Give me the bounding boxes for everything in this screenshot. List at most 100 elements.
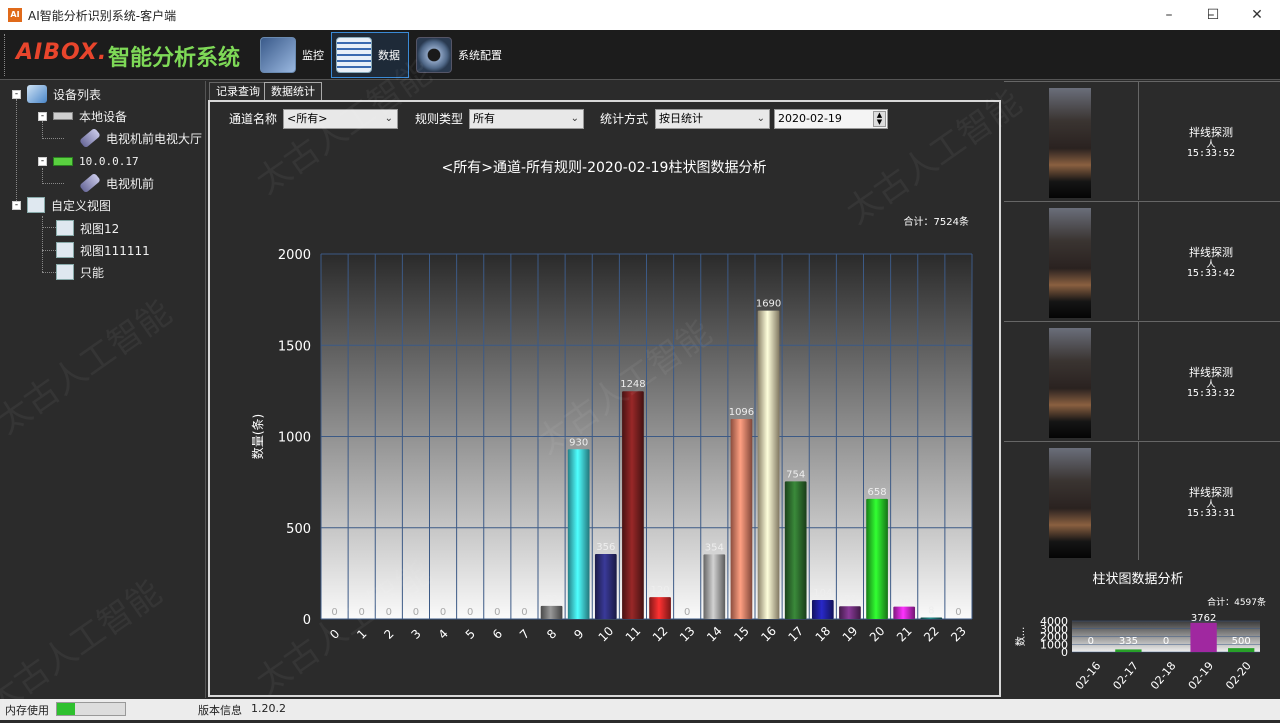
x-tick-label: 8 — [544, 627, 559, 642]
alarm-item[interactable]: 拌线探测人 15:33:42 — [1004, 201, 1280, 320]
channel-select[interactable]: <所有> ⌄ — [283, 109, 398, 129]
tree-ip-camera[interactable]: 电视机前 — [79, 172, 154, 194]
x-tick-label: 4 — [436, 627, 451, 642]
x-tick-label: 5 — [463, 627, 478, 642]
tree-view-3[interactable]: 只能 — [56, 262, 104, 282]
alarm-thumbnail[interactable] — [1004, 202, 1139, 320]
x-tick-label: 23 — [948, 624, 969, 645]
collapse-icon[interactable]: - — [12, 200, 21, 210]
alarm-panel: 拌线探测人 15:33:52 拌线探测人 15:33:42 拌线探测人 15:33:32 拌… — [1004, 81, 1280, 698]
snapshot-image — [1049, 208, 1091, 318]
x-tick-label: 1 — [354, 627, 369, 642]
x-tick-label: 18 — [813, 624, 834, 645]
y-tick-label: 500 — [286, 522, 311, 537]
minimize-btn[interactable]: – — [1146, 0, 1192, 30]
bar — [649, 597, 671, 619]
system-config-label: 系统配置 — [458, 49, 502, 62]
x-tick-label: 6 — [490, 627, 505, 642]
memory-label: 内存使用 — [5, 704, 49, 717]
bar-value-label: 0 — [413, 607, 419, 618]
chart-total: 合计：7524条 — [904, 215, 969, 228]
version-value: 1.20.2 — [251, 702, 286, 715]
alarm-item[interactable]: 拌线探测人 15:33:31 — [1004, 441, 1280, 560]
rule-label: 规则类型 — [415, 112, 464, 126]
alarm-thumbnail[interactable] — [1004, 442, 1139, 560]
y-tick-label: 1500 — [278, 339, 311, 354]
tree-root-label: 设备列表 — [53, 87, 102, 102]
device-icon — [53, 156, 73, 166]
version-label: 版本信息 — [198, 704, 242, 717]
x-tick-label: 3 — [408, 627, 423, 642]
data-button[interactable]: 数据 — [331, 32, 409, 78]
bar-value-label: 658 — [868, 487, 887, 498]
alarm-thumbnail[interactable] — [1004, 82, 1139, 200]
collapse-icon[interactable]: - — [12, 89, 21, 99]
toolbar-grip[interactable] — [4, 34, 7, 76]
mini-bar-value-label: 500 — [1232, 636, 1251, 647]
bar-value-label: 754 — [786, 469, 805, 480]
bar-value-label: 0 — [386, 607, 392, 618]
collapse-icon[interactable]: - — [38, 156, 47, 166]
chevron-down-icon: ⌄ — [756, 113, 765, 124]
mini-bar — [1115, 649, 1142, 652]
tree-ip-device[interactable]: - 10.0.0.17 — [38, 151, 139, 171]
x-tick-label: 10 — [596, 624, 617, 645]
statistics-panel: 记录查询 数据统计 通道名称 <所有> ⌄ 规则类型 所有 ⌄ 统计方式 按日统… — [207, 81, 1003, 698]
document-icon — [336, 37, 372, 73]
gear-icon — [416, 37, 452, 73]
method-select[interactable]: 按日统计 ⌄ — [655, 109, 770, 129]
alarm-item[interactable]: 拌线探测人 15:33:52 — [1004, 81, 1280, 200]
alarm-time: 15:33:32 — [1186, 388, 1236, 399]
app-icon: AI — [8, 8, 22, 22]
view-icon — [56, 264, 74, 280]
mini-x-tick-label: 02-17 — [1110, 659, 1141, 692]
monitor-label: 监控 — [302, 49, 324, 62]
data-label: 数据 — [378, 49, 400, 62]
tree-view-2[interactable]: 视图111111 — [56, 240, 150, 260]
collapse-icon[interactable]: - — [38, 111, 47, 121]
maximize-button[interactable]: ☐ — [1190, 0, 1236, 30]
bar-value-label: 0 — [684, 607, 690, 618]
window-title: AI智能分析识别系统-客户端 — [28, 8, 177, 23]
bar-value-label: 0 — [521, 607, 527, 618]
spin-icon[interactable]: ▲ ▼ — [873, 111, 886, 127]
view-icon — [56, 242, 74, 258]
tree-local-camera[interactable]: 电视机前电视大厅 — [79, 127, 202, 149]
bar-value-label: 72 — [545, 594, 558, 605]
bar-value-label: 354 — [705, 542, 724, 553]
y-tick-label: 2000 — [278, 248, 311, 263]
alarm-thumbnail[interactable] — [1004, 322, 1139, 440]
bar-value-label: 0 — [359, 607, 365, 618]
x-tick-label: 13 — [677, 624, 698, 645]
close-button[interactable]: ✕ — [1234, 0, 1280, 30]
bar-value-label: 0 — [467, 607, 473, 618]
tree-custom-views[interactable]: - 自定义视图 — [12, 195, 111, 215]
rule-select[interactable]: 所有 ⌄ — [469, 109, 584, 129]
system-config-button[interactable]: 系统配置 — [412, 32, 506, 78]
tab-statistics[interactable]: 数据统计 — [264, 82, 322, 100]
mini-chart-total: 合计：4597条 — [1207, 596, 1266, 608]
bar-value-label: 1248 — [620, 379, 645, 390]
x-tick-label: 2 — [381, 627, 396, 642]
brand-title: 智能分析系统 — [108, 46, 241, 71]
alarm-item[interactable]: 拌线探测人 15:33:32 — [1004, 321, 1280, 440]
tree-view-3-label: 只能 — [80, 265, 105, 280]
statistics-content: 通道名称 <所有> ⌄ 规则类型 所有 ⌄ 统计方式 按日统计 ⌄ 2020-0… — [208, 100, 1001, 697]
mini-x-tick-label: 02-18 — [1148, 659, 1179, 692]
tree-root[interactable]: - 设备列表 — [12, 84, 101, 104]
x-tick-label: 15 — [731, 624, 752, 645]
memory-progress — [56, 702, 126, 716]
tree-custom-label: 自定义视图 — [51, 198, 112, 213]
mini-bar-value-label: 0 — [1163, 636, 1169, 647]
device-tree-panel: - 设备列表 - 本地设备 电视机前电视大厅 - 10.0.0.17 电视机前 … — [0, 81, 206, 698]
tree-view-1[interactable]: 视图12 — [56, 218, 119, 238]
alarm-time: 15:33:31 — [1186, 508, 1236, 519]
monitor-button[interactable]: 监控 — [256, 32, 328, 78]
tree-local-device[interactable]: - 本地设备 — [38, 106, 127, 126]
tab-records[interactable]: 记录查询 — [209, 82, 267, 100]
date-input[interactable]: 2020-02-19 ▲ ▼ — [774, 109, 888, 129]
x-tick-label: 12 — [650, 624, 671, 645]
bar — [920, 617, 943, 619]
rule-value: 所有 — [473, 112, 495, 125]
bar — [540, 605, 563, 619]
